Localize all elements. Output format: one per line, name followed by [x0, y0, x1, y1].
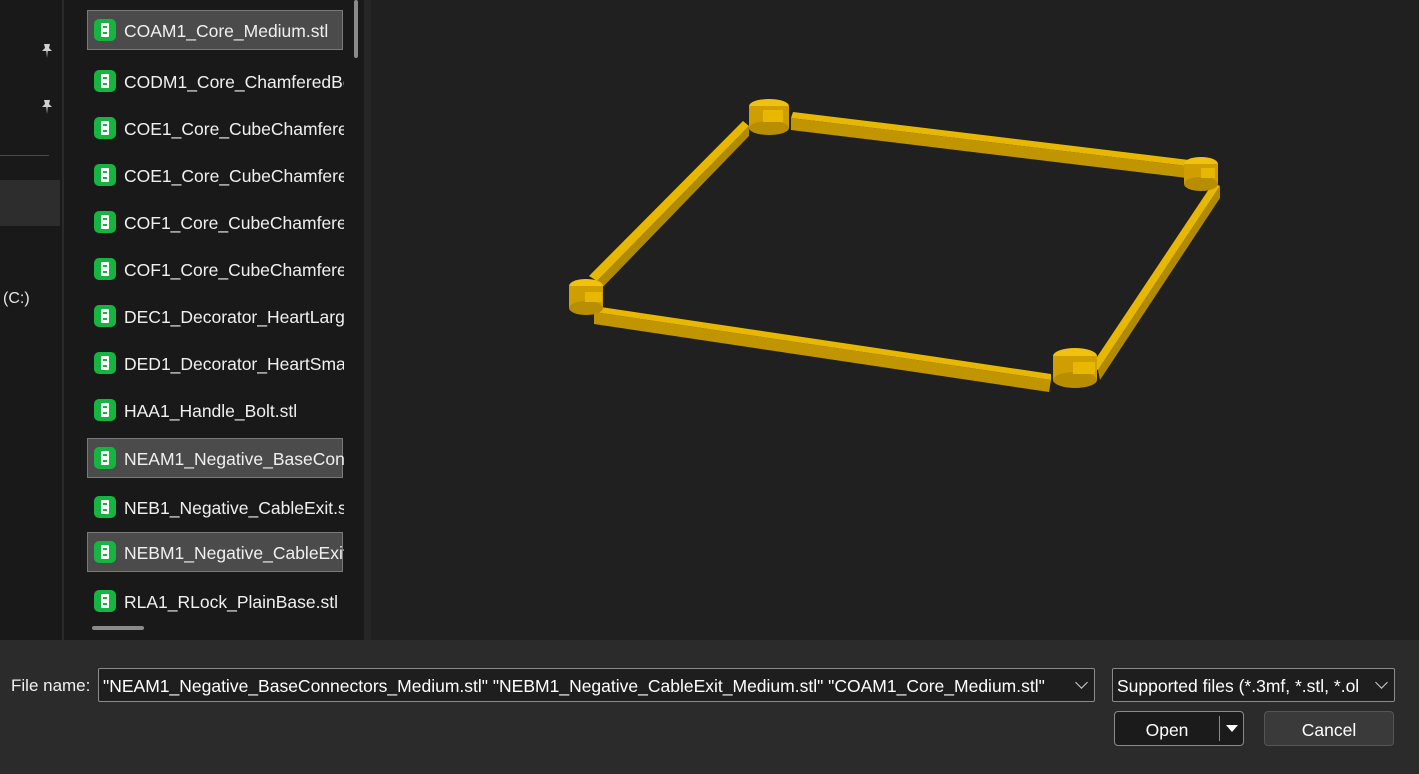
file-name: NEAM1_Negative_BaseConn: [124, 449, 344, 469]
file-name: CODM1_Core_ChamferedBo: [124, 72, 344, 92]
vertical-scrollbar-thumb[interactable]: [354, 0, 358, 58]
open-button-label: Open: [1145, 720, 1189, 740]
stl-file-icon: [94, 590, 116, 612]
file-list-item[interactable]: COF1_Core_CubeChamfered: [87, 202, 344, 242]
file-name: COAM1_Core_Medium.stl: [124, 21, 329, 41]
navigation-pane: (C:): [0, 0, 62, 640]
chevron-down-icon[interactable]: [1375, 676, 1388, 689]
file-list-item[interactable]: CODM1_Core_ChamferedBo: [87, 61, 344, 101]
pin-icon[interactable]: [38, 42, 56, 60]
pane-divider[interactable]: [364, 0, 371, 640]
corner-connector-top-left: [749, 99, 789, 135]
filename-label: File name:: [11, 676, 91, 695]
horizontal-scrollbar-thumb[interactable]: [92, 626, 144, 630]
model-preview: [569, 99, 1220, 392]
stl-file-icon: [94, 305, 116, 327]
triangle-down-icon: [1226, 725, 1238, 732]
stl-file-icon: [94, 117, 116, 139]
corner-connector-bottom: [1053, 348, 1097, 388]
file-list: COAM1_Core_Medium.stl CODM1_Core_Chamfere…: [64, 0, 364, 640]
stl-file-icon: [94, 258, 116, 280]
file-list-item[interactable]: DED1_Decorator_HeartSmall: [87, 343, 344, 383]
file-name: COE1_Core_CubeChamfered: [124, 119, 344, 139]
stl-file-icon: [94, 19, 116, 41]
file-name: COF1_Core_CubeChamfered: [124, 213, 344, 233]
nav-item-selected[interactable]: [0, 180, 60, 226]
preview-pane: [371, 0, 1419, 640]
file-list-item[interactable]: COF1_Core_CubeChamfered: [87, 249, 344, 289]
file-list-item[interactable]: DEC1_Decorator_HeartLarge: [87, 296, 344, 336]
frame-bar-top: [791, 112, 1189, 178]
stl-file-icon: [94, 164, 116, 186]
file-list-item[interactable]: NEBM1_Negative_CableExit_: [87, 532, 344, 572]
stl-file-icon: [94, 447, 116, 469]
dialog-footer: [0, 640, 1419, 774]
file-list-item[interactable]: NEB1_Negative_CableExit.stl: [87, 487, 344, 527]
filetype-select[interactable]: Supported files (*.3mf, *.stl, *.ol: [1112, 668, 1395, 702]
file-name: NEBM1_Negative_CableExit_: [124, 543, 344, 563]
file-list-item[interactable]: NEAM1_Negative_BaseConn: [87, 438, 344, 478]
file-list-item[interactable]: HAA1_Handle_Bolt.stl: [87, 390, 343, 430]
filename-value[interactable]: "NEAM1_Negative_BaseConnectors_Medium.st…: [103, 676, 1063, 697]
file-list-item[interactable]: COE1_Core_CubeChamfered: [87, 155, 344, 195]
file-list-item[interactable]: RLA1_RLock_PlainBase.stl: [87, 581, 343, 621]
file-list-item[interactable]: COE1_Core_CubeChamfered: [87, 108, 344, 148]
stl-file-icon: [94, 399, 116, 421]
file-name: NEB1_Negative_CableExit.stl: [124, 498, 344, 518]
file-name: RLA1_RLock_PlainBase.stl: [124, 592, 339, 612]
open-dropdown-button[interactable]: [1220, 712, 1244, 745]
cancel-button-label: Cancel: [1301, 720, 1357, 740]
nav-separator: [0, 155, 49, 156]
file-list-item[interactable]: COAM1_Core_Medium.stl: [87, 10, 343, 50]
frame-bar-bottom: [594, 306, 1051, 392]
stl-file-icon: [94, 352, 116, 374]
frame-bar-right: [1091, 183, 1220, 380]
frame-bar-left: [589, 121, 749, 291]
file-name: COF1_Core_CubeChamfered: [124, 260, 344, 280]
corner-connector-top-right: [1184, 157, 1218, 191]
file-name: COE1_Core_CubeChamfered: [124, 166, 344, 186]
corner-connector-left: [569, 279, 603, 315]
filetype-value[interactable]: Supported files (*.3mf, *.stl, *.ol: [1117, 676, 1367, 697]
cancel-button[interactable]: Cancel: [1264, 711, 1394, 746]
stl-file-icon: [94, 541, 116, 563]
nav-item-drive-c[interactable]: (C:): [3, 290, 30, 308]
open-button[interactable]: Open: [1114, 711, 1244, 746]
pin-icon[interactable]: [38, 98, 56, 116]
stl-file-icon: [94, 496, 116, 518]
filename-input[interactable]: "NEAM1_Negative_BaseConnectors_Medium.st…: [98, 668, 1095, 702]
stl-file-icon: [94, 211, 116, 233]
stl-file-icon: [94, 70, 116, 92]
file-name: DED1_Decorator_HeartSmall: [124, 354, 344, 374]
file-name: DEC1_Decorator_HeartLarge: [124, 307, 344, 327]
file-name: HAA1_Handle_Bolt.stl: [124, 401, 298, 421]
chevron-down-icon[interactable]: [1075, 676, 1088, 689]
